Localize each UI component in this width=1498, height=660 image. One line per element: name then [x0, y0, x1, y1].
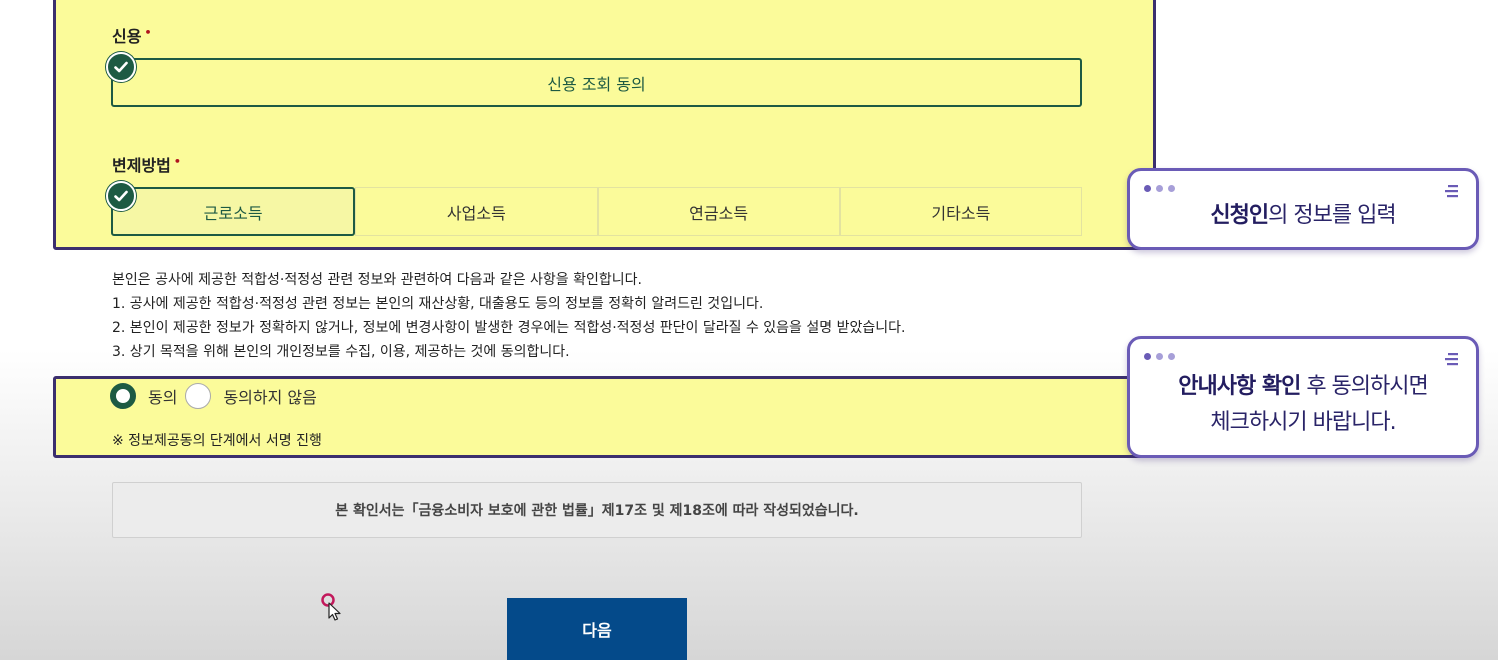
credit-section-label: 신용 • [112, 23, 151, 47]
menu-icon [1444, 351, 1460, 371]
check-icon [106, 52, 136, 82]
consent-radio-group: 동의 동의하지 않음 [110, 383, 325, 409]
tooltip-line2: 체크하시기 바랍니다. [1210, 410, 1396, 435]
agree-radio[interactable] [110, 383, 136, 409]
next-button[interactable]: 다음 [507, 598, 687, 660]
tooltip-rest: 후 동의하시면 [1300, 374, 1428, 399]
required-mark: • [144, 25, 152, 39]
signature-note: ※ 정보제공동의 단계에서 서명 진행 [112, 433, 322, 449]
repayment-label-text: 변제방법 [112, 156, 171, 175]
tooltip-bold: 안내사항 확인 [1178, 374, 1301, 399]
tooltip-rest: 의 정보를 입력 [1268, 203, 1396, 228]
check-icon [106, 181, 136, 211]
required-mark: • [173, 154, 181, 168]
repayment-option-business-income[interactable]: 사업소득 [355, 187, 598, 236]
tooltip-text: 신청인의 정보를 입력 [1130, 197, 1476, 229]
notice-line: 본인은 공사에 제공한 적합성·적정성 관련 정보와 관련하여 다음과 같은 사… [112, 272, 642, 288]
agree-label[interactable]: 동의 [148, 384, 177, 408]
credit-label-text: 신용 [112, 27, 142, 46]
disagree-radio[interactable] [185, 383, 212, 409]
confirmation-notice: 본인은 공사에 제공한 적합성·적정성 관련 정보와 관련하여 다음과 같은 사… [112, 268, 905, 364]
notice-line: 2. 본인이 제공한 정보가 정확하지 않거나, 정보에 변경사항이 발생한 경… [112, 320, 906, 336]
repayment-option-pension-income[interactable]: 연금소득 [597, 187, 840, 236]
dots-icon [1144, 353, 1175, 360]
law-notice-text: 본 확인서는「금융소비자 보호에 관한 법률」제17조 및 제18조에 따라 작… [335, 503, 859, 519]
credit-inquiry-consent-button[interactable]: 신용 조회 동의 [111, 58, 1082, 107]
notice-line: 3. 상기 목적을 위해 본인의 개인정보를 수집, 이용, 제공하는 것에 동… [112, 344, 570, 360]
mouse-cursor-icon [320, 592, 344, 626]
guide-tooltip-applicant-info: 신청인의 정보를 입력 [1127, 168, 1479, 250]
disagree-label[interactable]: 동의하지 않음 [223, 384, 316, 408]
guide-tooltip-consent: 안내사항 확인 후 동의하시면 체크하시기 바랍니다. [1127, 336, 1479, 458]
repayment-option-other-income[interactable]: 기타소득 [839, 187, 1082, 236]
repayment-method-group: 근로소득 사업소득 연금소득 기타소득 [111, 187, 1082, 236]
repayment-option-earned-income[interactable]: 근로소득 [111, 187, 356, 236]
notice-line: 1. 공사에 제공한 적합성·적정성 관련 정보는 본인의 재산상황, 대출용도… [112, 296, 764, 312]
dots-icon [1144, 185, 1175, 192]
tooltip-text: 안내사항 확인 후 동의하시면 체크하시기 바랍니다. [1130, 369, 1476, 441]
law-notice-box: 본 확인서는「금융소비자 보호에 관한 법률」제17조 및 제18조에 따라 작… [112, 482, 1082, 538]
repayment-section-label: 변제방법 • [112, 152, 181, 176]
tooltip-bold: 신청인 [1210, 203, 1269, 228]
